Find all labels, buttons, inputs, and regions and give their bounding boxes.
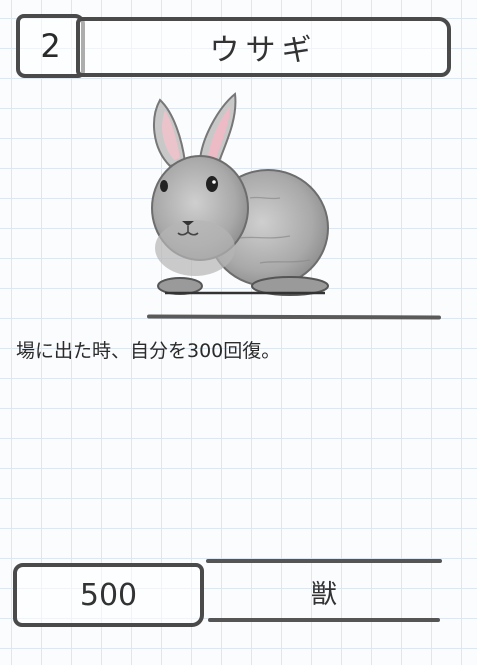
name-box: ウサギ [76,17,451,77]
effect-text: 場に出た時、自分を300回復。 [16,340,281,362]
hp-box: 500 [13,563,204,627]
card-hp: 500 [79,577,138,613]
type-box: 獣 [206,556,442,626]
card: { "card": { "cost": "2", "name": "ウサギ", … [0,0,477,665]
card-type: 獣 [310,579,337,610]
cost-box: 2 [16,14,85,78]
card-name: ウサギ [209,33,318,68]
type-top-line [206,559,442,563]
rabbit-illustration [151,92,329,296]
type-bottom-line [208,618,440,622]
divider [146,314,442,320]
card-cost: 2 [40,27,61,65]
